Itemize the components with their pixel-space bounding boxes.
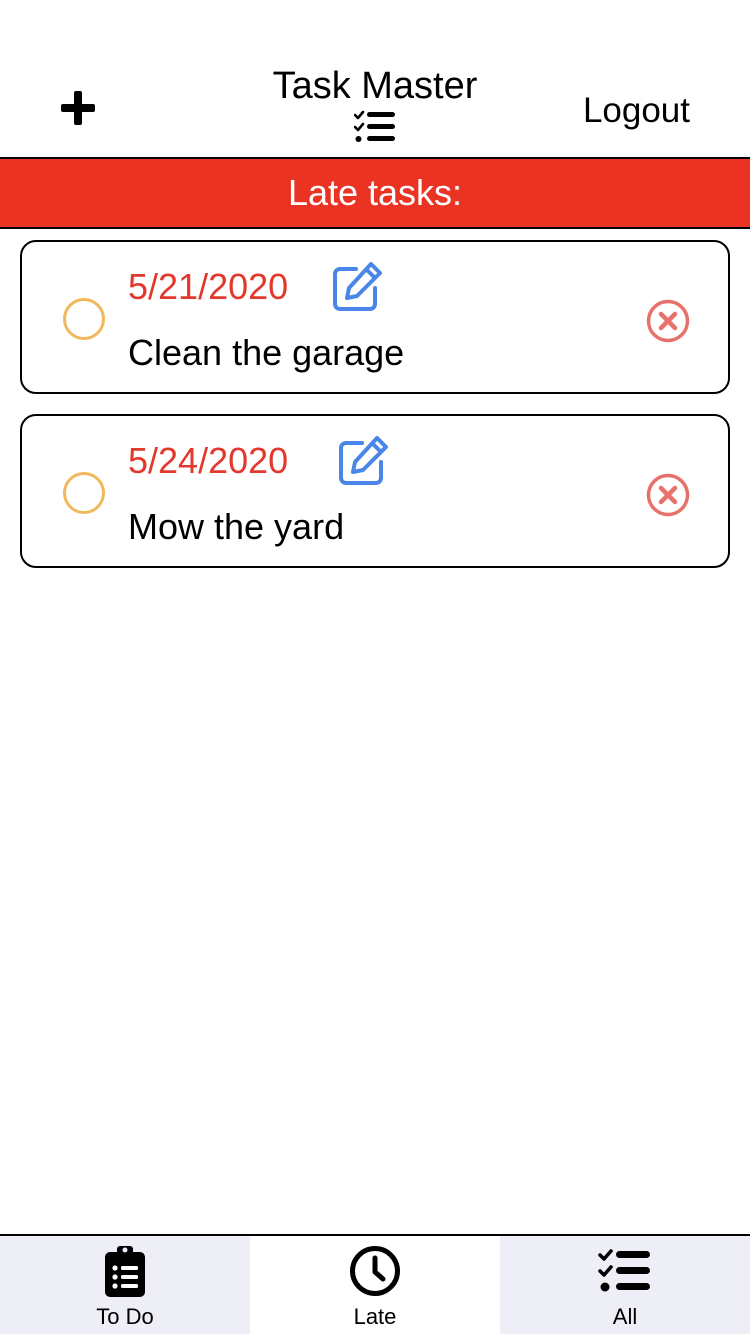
app-title: Task Master xyxy=(272,65,478,107)
edit-icon[interactable] xyxy=(336,434,390,488)
task-name: Mow the yard xyxy=(128,506,345,547)
task-date: 5/21/2020 xyxy=(128,266,289,307)
complete-checkbox[interactable] xyxy=(63,298,105,340)
tab-label: All xyxy=(612,1304,638,1329)
logout-button[interactable]: Logout xyxy=(583,90,690,132)
add-task-button[interactable] xyxy=(52,82,104,134)
tasks-list-icon xyxy=(354,110,395,142)
edit-icon[interactable] xyxy=(330,260,384,314)
tab-bar: To Do Late All xyxy=(0,1234,750,1334)
task-name: Clean the garage xyxy=(128,332,405,373)
delete-icon[interactable] xyxy=(646,473,690,517)
screen: Task Master Logout Late tasks: 5/21/2020 xyxy=(0,0,750,1334)
tab-label: Late xyxy=(353,1304,397,1329)
task-date: 5/24/2020 xyxy=(128,440,289,481)
clock-icon xyxy=(350,1246,400,1296)
tab-label: To Do xyxy=(96,1304,154,1329)
tab-late[interactable]: Late xyxy=(250,1236,500,1334)
tasks-list-icon xyxy=(598,1249,650,1292)
task-card: 5/21/2020 Clean the garage xyxy=(20,240,730,394)
task-list: 5/21/2020 Clean the garage 5/24/2020 Mow… xyxy=(20,240,730,588)
header: Task Master Logout xyxy=(0,0,750,159)
clipboard-list-icon xyxy=(105,1246,145,1297)
delete-icon[interactable] xyxy=(646,299,690,343)
late-tasks-banner: Late tasks: xyxy=(0,159,750,229)
plus-icon xyxy=(61,91,95,125)
tab-todo[interactable]: To Do xyxy=(0,1236,250,1334)
tab-all[interactable]: All xyxy=(500,1236,750,1334)
complete-checkbox[interactable] xyxy=(63,472,105,514)
task-card: 5/24/2020 Mow the yard xyxy=(20,414,730,568)
app-title-block: Task Master xyxy=(225,64,525,144)
